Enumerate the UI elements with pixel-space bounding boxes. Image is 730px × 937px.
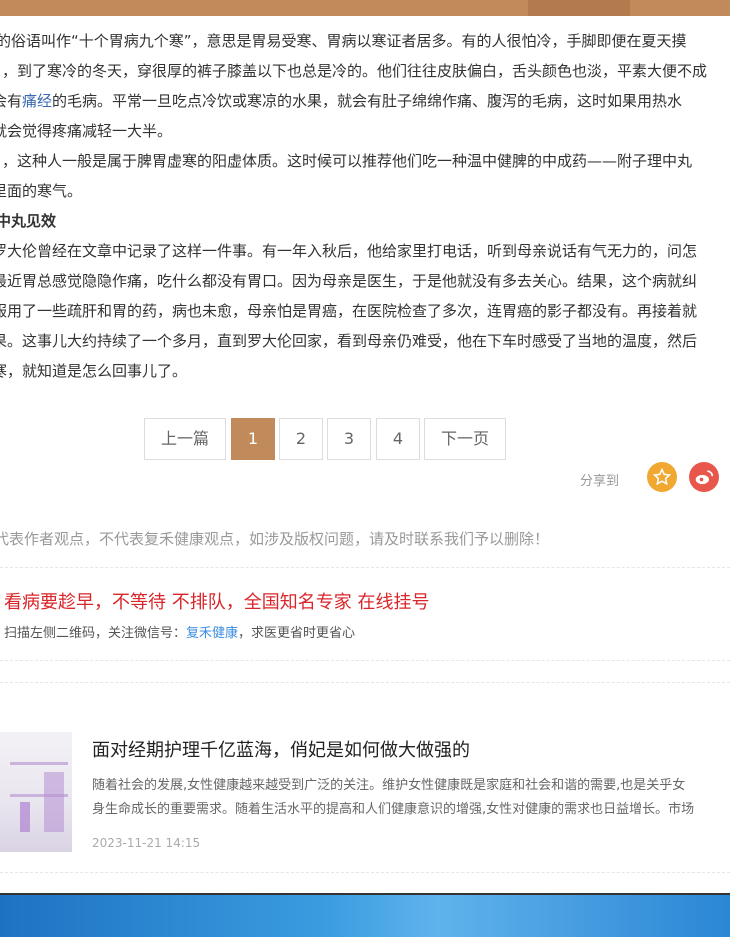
top-banner-segment <box>528 0 630 16</box>
related-article-summary: 随着社会的发展,女性健康越来越受到广泛的关注。维护女性健康既是家庭和社会和谐的需… <box>92 774 730 822</box>
page-2-button[interactable]: 2 <box>279 418 323 460</box>
article-paragraph: ，到了寒冷的冬天，穿很厚的裤子膝盖以下也总是冷的。他们往往皮肤偏白，舌头颜色也淡… <box>2 62 708 80</box>
summary-line: 随着社会的发展,女性健康越来越受到广泛的关注。维护女性健康既是家庭和社会和谐的需… <box>92 778 686 793</box>
weibo-icon[interactable] <box>689 462 719 492</box>
share-label: 分享到 <box>580 474 620 489</box>
keyword-link[interactable]: 痛经 <box>22 92 52 110</box>
thumbnail-shelf <box>10 762 68 765</box>
article-text: 会有 <box>0 92 23 110</box>
star-icon[interactable] <box>647 462 677 492</box>
page-3-button[interactable]: 3 <box>327 418 371 460</box>
section-heading: 中丸见效 <box>0 212 57 230</box>
article-paragraph: 的俗语叫作“十个胃病九个寒”，意思是胃易受寒、胃病以寒证者居多。有的人很怕冷，手… <box>0 32 687 50</box>
related-article-card[interactable]: 面对经期护理千亿蓝海，俏妃是如何做大做强的 随着社会的发展,女性健康越来越受到广… <box>0 732 730 854</box>
taskbar-strip <box>0 893 730 937</box>
related-article-date: 2023-11-21 14:15 <box>92 836 201 850</box>
promo-title[interactable]: 看病要趁早，不等待 不排队，全国知名专家 在线挂号 <box>4 588 429 614</box>
page-4-button[interactable]: 4 <box>376 418 420 460</box>
related-article-title[interactable]: 面对经期护理千亿蓝海，俏妃是如何做大做强的 <box>92 736 470 762</box>
article-body: 的俗语叫作“十个胃病九个寒”，意思是胃易受寒、胃病以寒证者居多。有的人很怕冷，手… <box>0 26 730 386</box>
article-paragraph: 寒，就知道是怎么回事儿了。 <box>0 362 188 380</box>
promo-text: ，求医更省时更省心 <box>238 626 356 641</box>
next-page-button[interactable]: 下一页 <box>424 418 506 460</box>
promo-text: 扫描左侧二维码，关注微信号： <box>4 626 187 641</box>
article-thumbnail[interactable] <box>0 732 72 852</box>
divider <box>0 660 730 661</box>
wechat-link[interactable]: 复禾健康 <box>186 626 238 641</box>
article-paragraph: 罗大伦曾经在文章中记录了这样一件事。有一年入秋后，他给家里打电话，听到母亲说话有… <box>0 242 698 260</box>
top-banner <box>0 0 730 16</box>
article-paragraph: 就会觉得疼痛减轻一大半。 <box>0 122 173 140</box>
divider <box>0 567 730 568</box>
thumbnail-display <box>20 802 30 832</box>
thumbnail-display <box>44 772 64 832</box>
divider <box>0 682 730 683</box>
promo-subtitle: 扫描左侧二维码，关注微信号：复禾健康，求医更省时更省心 <box>4 622 355 641</box>
article-paragraph: 最近胃总感觉隐隐作痛，吃什么都没有胃口。因为母亲是医生，于是他就没有多去关心。结… <box>0 272 698 290</box>
article-paragraph: 服用了一些疏肝和胃的药，病也未愈，母亲怕是胃癌，在医院检查了多次，连胃癌的影子都… <box>0 302 698 320</box>
copyright-disclaimer: 代表作者观点，不代表复禾健康观点，如涉及版权问题，请及时联系我们予以删除！ <box>0 530 550 548</box>
summary-line: 身生命成长的重要需求。随着生活水平的提高和人们健康意识的增强,女性对健康的需求也… <box>92 802 695 817</box>
article-paragraph: 里面的寒气。 <box>0 182 83 200</box>
article-paragraph: ，这种人一般是属于脾胃虚寒的阳虚体质。这时候可以推荐他们吃一种温中健脾的中成药—… <box>2 152 693 170</box>
article-paragraph: 会有痛经的毛病。平常一旦吃点冷饮或寒凉的水果，就会有肚子绵绵作痛、腹泻的毛病，这… <box>0 86 722 116</box>
article-text: 的毛病。平常一旦吃点冷饮或寒凉的水果，就会有肚子绵绵作痛、腹泻的毛病，这时如果用… <box>52 92 683 110</box>
prev-page-button[interactable]: 上一篇 <box>144 418 226 460</box>
article-paragraph: 果。这事儿大约持续了一个多月，直到罗大伦回家，看到母亲仍难受，他在下车时感受了当… <box>0 332 698 350</box>
page-1-button[interactable]: 1 <box>231 418 275 460</box>
divider <box>0 872 730 873</box>
